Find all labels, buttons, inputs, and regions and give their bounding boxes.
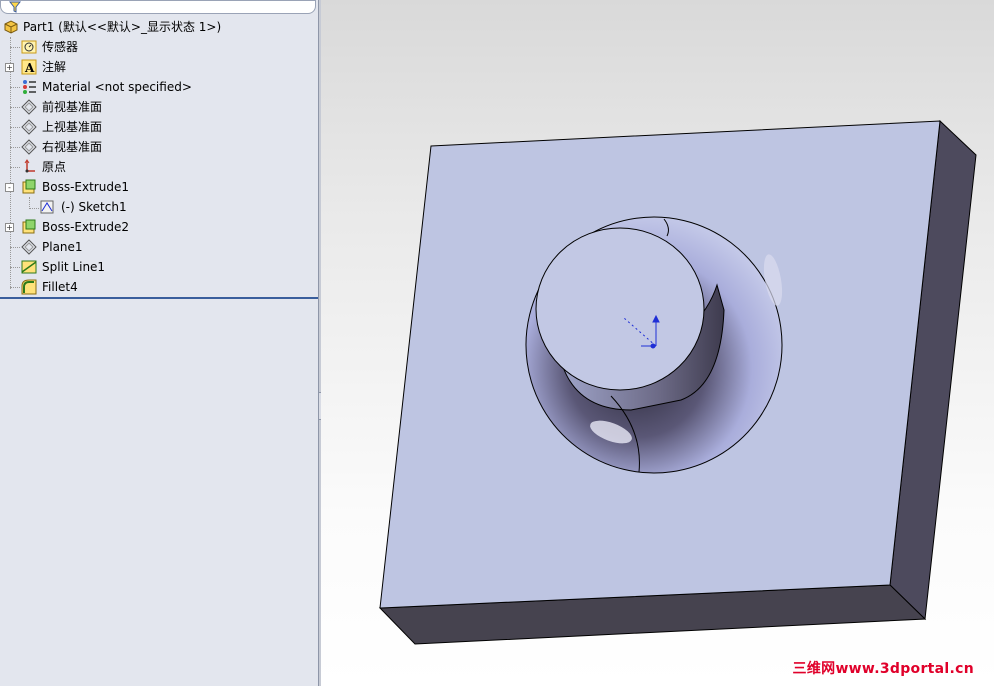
tree-connector — [10, 267, 20, 268]
tree-item-fillet4[interactable]: Fillet4 — [0, 277, 300, 297]
filter-icon[interactable] — [9, 1, 21, 13]
tree-item-material[interactable]: Material <not specified> — [0, 77, 300, 97]
tree-item-label: 原点 — [42, 160, 67, 174]
tree-item-boss-extrude1[interactable]: - Boss-Extrude1 — [0, 177, 300, 197]
tree-item-label: 右视基准面 — [42, 140, 103, 154]
extrude-icon — [22, 219, 36, 234]
tree-connector — [10, 47, 20, 48]
tree-item-origin[interactable]: 原点 — [0, 157, 300, 177]
panel-divider — [0, 297, 318, 299]
tree-item-sketch1[interactable]: (-) Sketch1 — [0, 197, 300, 217]
tree-item-boss-extrude2[interactable]: + Boss-Extrude2 — [0, 217, 300, 237]
plane-icon — [21, 119, 37, 135]
material-icon — [23, 80, 36, 94]
collapse-toggle[interactable]: - — [5, 183, 14, 192]
tree-item-split-line1[interactable]: Split Line1 — [0, 257, 300, 277]
tree-connector — [10, 127, 20, 128]
split-line-icon — [21, 260, 37, 274]
tree-item-label: Split Line1 — [42, 260, 106, 274]
tree-item-label: 前视基准面 — [42, 100, 103, 114]
fillet-icon — [21, 279, 37, 295]
tree-item-label: Fillet4 — [42, 280, 78, 294]
plane-icon — [21, 99, 37, 115]
tree-item-label: Boss-Extrude1 — [42, 180, 129, 194]
tree-item-label: 上视基准面 — [42, 120, 103, 134]
expand-toggle[interactable]: + — [5, 223, 14, 232]
plane-icon — [21, 239, 37, 255]
feature-manager-panel: Part1 (默认<<默认>_显示状态 1>) 传感器 + A 注解 Mater… — [0, 0, 318, 686]
part-icon — [4, 20, 18, 34]
tree-item-label: Boss-Extrude2 — [42, 220, 129, 234]
model-view — [378, 119, 977, 645]
svg-text:A: A — [24, 61, 35, 75]
sketch-icon — [40, 200, 54, 214]
sensors-icon — [21, 40, 37, 54]
boss-top-face — [535, 227, 705, 391]
tree-connector — [10, 287, 20, 288]
tree-connector — [10, 167, 20, 168]
tree-connector — [10, 147, 20, 148]
tree-root-part[interactable]: Part1 (默认<<默认>_显示状态 1>) — [0, 17, 300, 37]
tree-item-top-plane[interactable]: 上视基准面 — [0, 117, 300, 137]
tree-item-annotations[interactable]: + A 注解 — [0, 57, 300, 77]
feature-tree: Part1 (默认<<默认>_显示状态 1>) 传感器 + A 注解 Mater… — [0, 17, 318, 297]
tree-item-front-plane[interactable]: 前视基准面 — [0, 97, 300, 117]
tree-item-label: (-) Sketch1 — [61, 200, 127, 214]
tree-item-label: 传感器 — [42, 40, 79, 54]
extrude-icon — [22, 179, 36, 194]
tree-item-label: Plane1 — [42, 240, 83, 254]
tree-item-right-plane[interactable]: 右视基准面 — [0, 137, 300, 157]
tree-connector — [10, 247, 20, 248]
plane-icon — [21, 139, 37, 155]
tree-item-label: 注解 — [42, 60, 67, 74]
tree-connector — [10, 87, 20, 88]
watermark: 三维网www.3dportal.cn — [792, 661, 974, 677]
filter-bar[interactable] — [0, 0, 316, 14]
origin-icon — [24, 159, 35, 173]
tree-item-sensors[interactable]: 传感器 — [0, 37, 300, 57]
tree-item-plane1[interactable]: Plane1 — [0, 237, 300, 257]
tree-root-label: Part1 (默认<<默认>_显示状态 1>) — [23, 20, 222, 34]
expand-toggle[interactable]: + — [5, 63, 14, 72]
annotations-icon: A — [21, 59, 37, 75]
tree-item-label: Material <not specified> — [42, 80, 192, 94]
graphics-viewport[interactable]: 三维网www.3dportal.cn — [321, 0, 994, 686]
tree-connector — [10, 107, 20, 108]
